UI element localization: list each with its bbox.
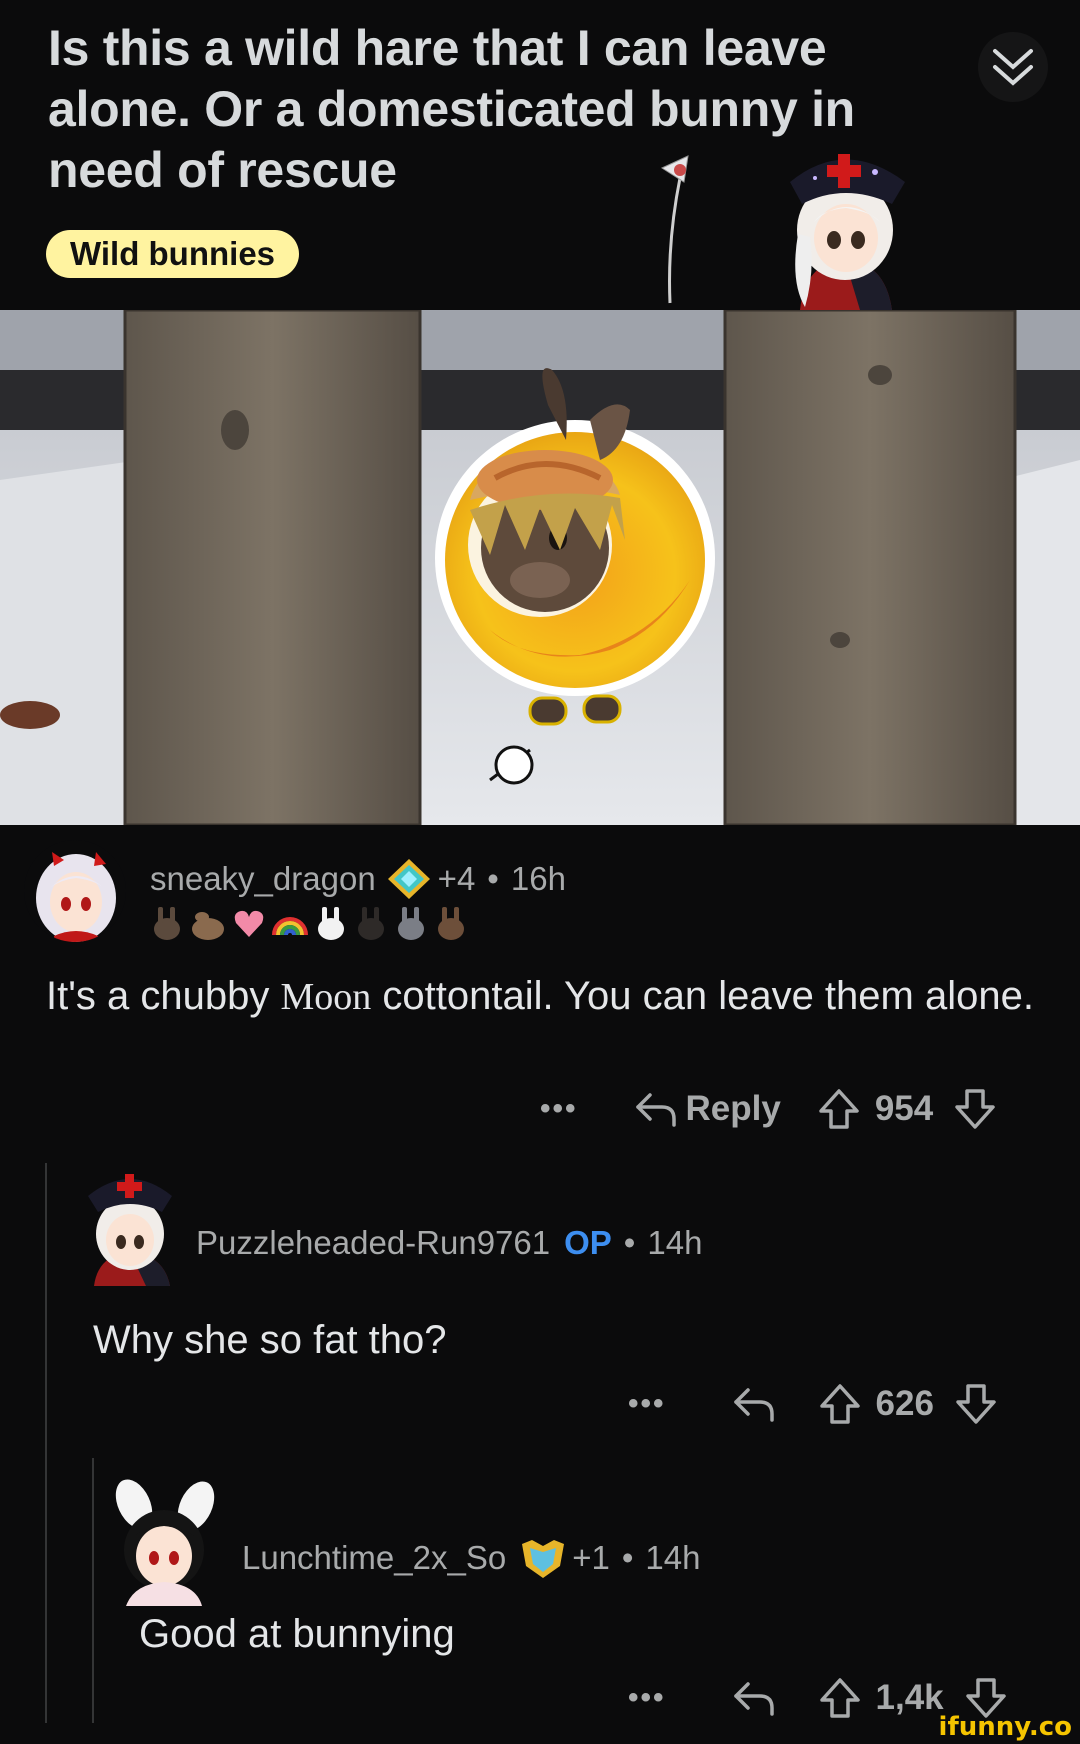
wand-drawing	[660, 155, 689, 304]
comment-age: 16h	[510, 860, 566, 897]
bunny-emoji-icon	[154, 907, 180, 940]
bunny-photo	[0, 310, 1080, 825]
reply-arrow-icon[interactable]	[732, 1678, 776, 1718]
comment-actions: ••• Reply 954	[540, 1087, 997, 1131]
upvote-icon[interactable]	[818, 1676, 862, 1720]
post-header: Is this a wild hare that I can leave alo…	[0, 0, 1080, 310]
user-avatar-image	[24, 840, 126, 942]
comment-body: It's a chubby Moon cottontail. You can l…	[46, 970, 1036, 1023]
bunny-emoji-icon	[438, 907, 464, 940]
award-count: +1	[572, 1539, 610, 1576]
vote-count: 1,4k	[875, 1678, 944, 1717]
downvote-icon[interactable]	[954, 1382, 998, 1426]
post-image[interactable]	[0, 310, 1080, 825]
comment: Lunchtime_2x_So +1 • 14h Good at bunnyin…	[0, 1458, 1080, 1744]
post-flair[interactable]: Wild bunnies	[46, 230, 300, 278]
avatar[interactable]	[104, 1476, 224, 1606]
meta-separator: •	[487, 860, 499, 897]
comment-age: 14h	[647, 1224, 703, 1261]
user-avatar-image	[88, 1174, 172, 1286]
op-badge: OP	[564, 1224, 612, 1261]
comment-body: Why she so fat tho?	[93, 1318, 447, 1362]
reply-label: Reply	[685, 1089, 781, 1128]
bunny-emoji-icon	[192, 912, 224, 940]
comment-body-part: Moon	[280, 976, 372, 1018]
comment-body: Good at bunnying	[139, 1612, 455, 1656]
avatar[interactable]	[24, 840, 126, 942]
watermark: ifunny.co	[938, 1712, 1072, 1742]
avatar[interactable]	[84, 1160, 176, 1286]
comment: sneaky_dragon +4 • 16h It's a chubby Moo…	[0, 825, 1080, 1150]
heart-icon	[234, 910, 264, 937]
comment-meta: sneaky_dragon +4 • 16h	[150, 857, 566, 901]
rainbow-icon	[272, 917, 308, 936]
award-icon	[522, 1540, 565, 1578]
double-chevron-down-icon	[993, 49, 1033, 86]
collapse-button[interactable]	[978, 32, 1048, 102]
upvote-icon[interactable]	[818, 1382, 862, 1426]
comment-actions: ••• 626	[628, 1382, 998, 1426]
reply-button[interactable]: Reply	[634, 1089, 781, 1129]
vote-count: 954	[874, 1089, 934, 1128]
meta-separator: •	[621, 1539, 634, 1576]
more-options-button[interactable]: •••	[628, 1681, 666, 1715]
comment-body-part: It's a chubby	[46, 974, 270, 1018]
more-options-button[interactable]: •••	[628, 1387, 666, 1421]
character-avatar	[790, 154, 905, 310]
vote-count: 626	[875, 1384, 934, 1423]
meta-separator: •	[623, 1224, 636, 1261]
comment-body-part: cottontail. You can leave them alone.	[382, 974, 1034, 1018]
comment-author[interactable]: Puzzleheaded-Run9761	[196, 1224, 550, 1262]
user-flair-emojis	[150, 903, 468, 943]
bunny-emoji-icon	[398, 907, 424, 940]
bunny-emoji-icon	[318, 907, 344, 940]
comment-author[interactable]: Lunchtime_2x_So	[242, 1539, 506, 1577]
reply-arrow-icon[interactable]	[732, 1384, 776, 1424]
comment-age: 14h	[645, 1539, 701, 1576]
comment: Puzzleheaded-Run9761 OP • 14h Why she so…	[0, 1150, 1080, 1450]
comment-author[interactable]: sneaky_dragon	[150, 860, 376, 898]
more-options-button[interactable]: •••	[540, 1092, 578, 1126]
user-avatar-image	[115, 1479, 215, 1606]
upvote-icon[interactable]	[817, 1087, 861, 1131]
comment-meta: Puzzleheaded-Run9761 OP • 14h	[196, 1224, 702, 1262]
comment-meta: Lunchtime_2x_So +1 • 14h	[242, 1536, 700, 1580]
reply-arrow-icon	[635, 1093, 676, 1127]
bunny-emoji-icon	[358, 907, 384, 940]
downvote-icon[interactable]	[953, 1087, 997, 1131]
award-count: +4	[437, 860, 476, 897]
award-icon	[387, 859, 430, 899]
